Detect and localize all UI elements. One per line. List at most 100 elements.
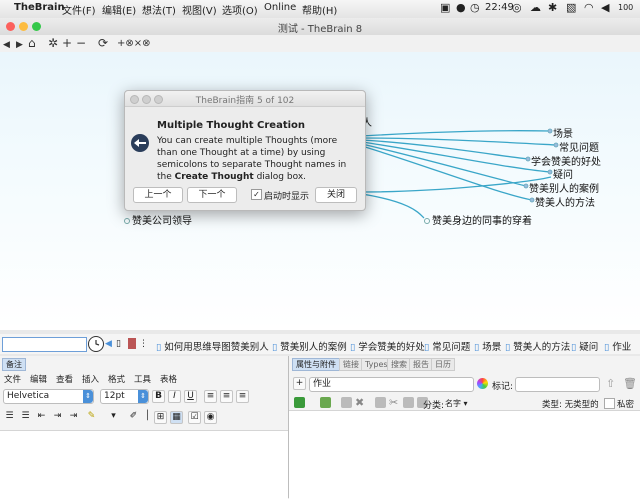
notes-menu-tools[interactable]: 工具 — [134, 373, 151, 385]
tab-reports[interactable]: 报告 — [409, 358, 433, 371]
thought-name-input[interactable]: 作业 — [309, 377, 474, 392]
breadcrumb-item[interactable]: ▯ 场景 — [474, 339, 501, 353]
prev-button[interactable]: 上一个 — [133, 187, 183, 203]
menu-help[interactable]: 帮助(H) — [302, 2, 337, 17]
align-left-icon[interactable]: ≡ — [204, 390, 217, 403]
paste-icon[interactable] — [403, 397, 414, 408]
font-size-select[interactable]: 12pt ⇕ — [100, 389, 149, 404]
menu-options[interactable]: 选项(O) — [222, 2, 258, 17]
insert-checkbox-icon[interactable]: ☑ — [188, 411, 201, 424]
menu-view[interactable]: 视图(V) — [182, 2, 217, 17]
copy-icon[interactable] — [375, 397, 386, 408]
app-menu[interactable]: TheBrain — [14, 2, 65, 13]
clock-icon[interactable]: ◷ — [470, 1, 480, 14]
highlight-icon[interactable]: ✎ — [86, 411, 97, 422]
wifi-icon[interactable]: ◠ — [584, 1, 594, 14]
box-icon[interactable]: ▧ — [566, 1, 576, 14]
attach-folder-icon[interactable] — [320, 397, 331, 408]
thought-node[interactable]: 赞美人的方法 — [535, 194, 595, 209]
thought-node[interactable]: 常见问题 — [559, 139, 599, 154]
text-color-icon[interactable]: ▾ — [108, 411, 119, 422]
notes-menu-view[interactable]: 查看 — [56, 373, 73, 385]
indent-icon[interactable]: ⇥ — [52, 411, 63, 422]
align-right-icon[interactable]: ≡ — [236, 390, 249, 403]
tab-links[interactable]: 链接 — [339, 358, 363, 371]
cloud-icon[interactable]: ☁ — [530, 1, 541, 14]
numbered-list-icon[interactable]: ☰ — [20, 411, 31, 422]
breadcrumb-item[interactable]: ▯ 学会赞美的好处 — [350, 339, 425, 353]
bluetooth-icon[interactable]: ✱ — [548, 1, 557, 14]
notes-menu-format[interactable]: 格式 — [108, 373, 125, 385]
color-picker-icon[interactable] — [477, 378, 488, 389]
attach-file-icon[interactable] — [294, 397, 305, 408]
align-center-icon[interactable]: ≡ — [220, 390, 233, 403]
menu-thought[interactable]: 想法(T) — [142, 2, 176, 17]
forward-icon[interactable]: ▶ — [16, 38, 23, 52]
sort-select[interactable]: 名字 ▾ — [445, 398, 468, 409]
battery-level[interactable]: 100 — [618, 3, 633, 12]
breadcrumb-item[interactable]: ▯ 赞美人的方法 — [505, 339, 570, 353]
bullet-list-icon[interactable]: ☰ — [4, 411, 15, 422]
attachments-list[interactable] — [289, 410, 640, 499]
home-icon[interactable]: ⌂ — [28, 36, 36, 50]
upload-icon[interactable]: ⇧ — [606, 377, 615, 390]
indent-more-icon[interactable]: ⇥ — [68, 411, 79, 422]
thought-node-bottom[interactable]: 赞美身边的同事的穿着 — [424, 212, 532, 227]
menubar-time[interactable]: 22:49 — [485, 2, 514, 13]
breadcrumb-item[interactable]: ▯ 赞美别人的案例 — [272, 339, 347, 353]
plus-icon[interactable]: + — [62, 36, 72, 50]
menu-file[interactable]: 文件(F) — [62, 2, 96, 17]
search-input[interactable] — [2, 337, 87, 352]
trash-icon[interactable]: 🗑 — [623, 377, 637, 390]
thought-node-left[interactable]: 赞美公司领导 — [124, 212, 192, 227]
tab-properties[interactable]: 属性与附件 — [292, 358, 340, 371]
bold-button[interactable]: B — [152, 390, 165, 403]
notes-menu-insert[interactable]: 插入 — [82, 373, 99, 385]
notes-menu-file[interactable]: 文件 — [4, 373, 21, 385]
font-select[interactable]: Helvetica ⇕ — [3, 389, 94, 404]
private-checkbox[interactable] — [604, 398, 615, 409]
close-button[interactable]: 关闭 — [315, 187, 357, 203]
menu-edit[interactable]: 编辑(E) — [102, 2, 136, 17]
volume-icon[interactable]: ◀ — [601, 1, 609, 14]
sync-icon[interactable]: ◎ — [512, 1, 522, 14]
tab-calendar[interactable]: 日历 — [431, 358, 455, 371]
next-button[interactable]: 下一个 — [187, 187, 237, 203]
brush-icon[interactable]: ✐ — [128, 411, 139, 422]
book-icon[interactable] — [128, 338, 136, 349]
tab-notes[interactable]: 备注 — [2, 358, 26, 371]
star-icon[interactable]: ✲ — [48, 36, 58, 50]
minus-icon[interactable]: − — [76, 36, 86, 50]
insert-special-icon[interactable]: ◉ — [204, 411, 217, 424]
history-clock-icon[interactable] — [88, 336, 104, 352]
attach-link-icon[interactable] — [341, 397, 352, 408]
notes-editor[interactable] — [0, 430, 288, 499]
insert-link-icon[interactable]: ⊞ — [154, 411, 167, 424]
show-on-startup-checkbox[interactable]: ✓ — [251, 189, 262, 200]
remove-attachment-icon[interactable]: ✖ — [355, 396, 364, 409]
breadcrumb-item[interactable]: ▯ 常见问题 — [424, 339, 470, 353]
breadcrumb-item[interactable]: ▯ 如何用思维导图赞美别人 — [156, 339, 269, 353]
breadcrumb-item[interactable]: ▯ 作业 — [604, 339, 631, 353]
back-icon[interactable]: ◀ — [3, 38, 10, 52]
thought-node[interactable]: 场景 — [553, 125, 573, 140]
link-tools-icon[interactable]: +⊗×⊗ — [117, 37, 151, 51]
outdent-icon[interactable]: ⇤ — [36, 411, 47, 422]
italic-button[interactable]: I — [168, 390, 181, 403]
insert-table-icon[interactable]: ▦ — [170, 411, 183, 424]
add-icon[interactable]: + — [293, 377, 306, 390]
thought-node[interactable]: 赞美别人的案例 — [529, 180, 599, 195]
underline-button[interactable]: U — [184, 390, 197, 403]
menu-online[interactable]: Online — [264, 2, 296, 13]
notes-menu-edit[interactable]: 编辑 — [30, 373, 47, 385]
wechat-icon[interactable]: ● — [456, 1, 466, 14]
path-back-icon[interactable]: ◀ — [105, 339, 112, 349]
refresh-icon[interactable]: ⟳ — [98, 36, 108, 50]
tag-input[interactable] — [515, 377, 600, 392]
thought-node[interactable]: 疑问 — [553, 166, 573, 181]
cut-icon[interactable]: ✂ — [389, 396, 398, 409]
tab-search[interactable]: 搜索 — [387, 358, 411, 371]
breadcrumb-item[interactable]: ▯ 疑问 — [571, 339, 598, 353]
status-icon-1[interactable]: ▣ — [440, 1, 450, 14]
notes-menu-table[interactable]: 表格 — [160, 373, 177, 385]
